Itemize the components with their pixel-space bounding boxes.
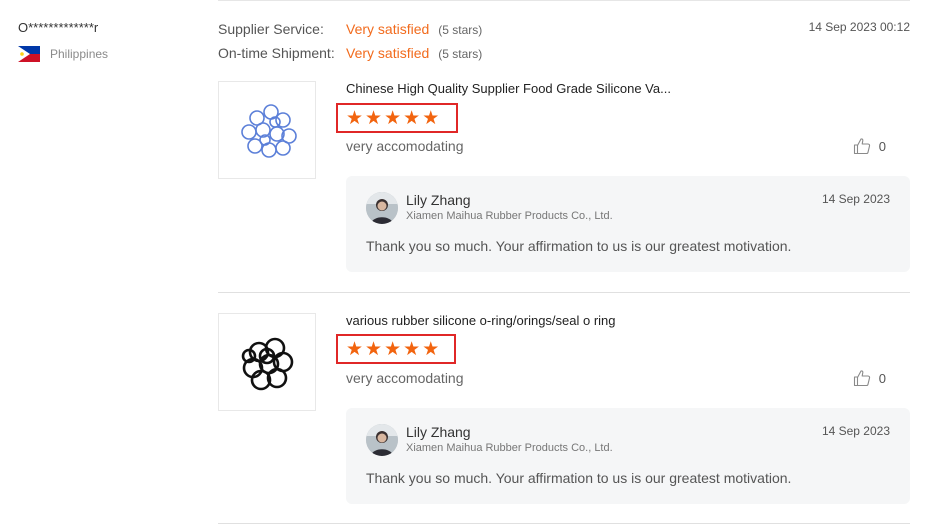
- star-icon: ★: [346, 107, 364, 129]
- thumbs-up-icon: [853, 138, 870, 155]
- reply-date: 14 Sep 2023: [821, 192, 890, 206]
- star-icon: ★: [403, 338, 421, 360]
- review-star-rating: ★ ★ ★ ★ ★: [336, 334, 456, 364]
- supplier-reply: Lily Zhang Xiamen Maihua Rubber Products…: [346, 176, 910, 272]
- supplier-service-rating: Supplier Service: Very satisfied (5 star…: [218, 21, 482, 37]
- star-icon: ★: [384, 107, 402, 129]
- thumbs-up-icon: [853, 370, 870, 387]
- rating-stars-text: (5 stars): [438, 23, 483, 37]
- replier-company: Xiamen Maihua Rubber Products Co., Ltd.: [406, 210, 613, 222]
- review-comment: very accomodating: [346, 138, 464, 154]
- rating-value: Very satisfied: [346, 45, 430, 61]
- on-time-shipment-rating: On-time Shipment: Very satisfied (5 star…: [218, 45, 482, 61]
- avatar: [366, 424, 398, 456]
- black-o-rings-icon: [241, 337, 294, 391]
- star-icon: ★: [422, 338, 440, 360]
- like-count: 0: [878, 138, 886, 154]
- rating-value: Very satisfied: [346, 21, 430, 37]
- review-divider: [218, 523, 910, 524]
- star-icon: ★: [422, 107, 440, 129]
- review-date: 14 Sep 2023 00:12: [808, 20, 910, 34]
- product-review: Chinese High Quality Supplier Food Grade…: [218, 81, 910, 281]
- rating-label: On-time Shipment:: [218, 45, 335, 61]
- reply-text: Thank you so much. Your affirmation to u…: [366, 238, 792, 254]
- product-thumbnail[interactable]: [218, 81, 316, 179]
- star-icon: ★: [365, 107, 383, 129]
- replier-name: Lily Zhang: [406, 192, 471, 208]
- product-thumbnail[interactable]: [218, 313, 316, 411]
- star-icon: ★: [403, 107, 421, 129]
- blue-silicone-rings-icon: [241, 104, 297, 158]
- country-name: Philippines: [50, 47, 109, 61]
- replier-company: Xiamen Maihua Rubber Products Co., Ltd.: [406, 442, 613, 454]
- review-comment: very accomodating: [346, 370, 464, 386]
- review-star-rating: ★ ★ ★ ★ ★: [336, 103, 458, 133]
- reply-date: 14 Sep 2023: [821, 424, 890, 438]
- replier-name: Lily Zhang: [406, 424, 471, 440]
- star-icon: ★: [365, 338, 383, 360]
- supplier-reply: Lily Zhang Xiamen Maihua Rubber Products…: [346, 408, 910, 504]
- product-title-link[interactable]: Chinese High Quality Supplier Food Grade…: [346, 81, 671, 96]
- product-review: various rubber silicone o-ring/orings/se…: [218, 313, 910, 513]
- buyer-name: O*************r: [18, 20, 99, 35]
- star-icon: ★: [346, 338, 364, 360]
- buyer-country: Philippines: [18, 46, 108, 62]
- like-button[interactable]: 0: [853, 137, 886, 155]
- rating-stars-text: (5 stars): [438, 47, 483, 61]
- like-count: 0: [878, 370, 886, 386]
- rating-label: Supplier Service:: [218, 21, 324, 37]
- review-divider: [218, 292, 910, 293]
- star-icon: ★: [384, 338, 402, 360]
- reply-text: Thank you so much. Your affirmation to u…: [366, 470, 792, 486]
- top-divider: [218, 0, 910, 1]
- like-button[interactable]: 0: [853, 369, 886, 387]
- philippines-flag-icon: [18, 46, 40, 62]
- avatar: [366, 192, 398, 224]
- product-title-link[interactable]: various rubber silicone o-ring/orings/se…: [346, 313, 616, 328]
